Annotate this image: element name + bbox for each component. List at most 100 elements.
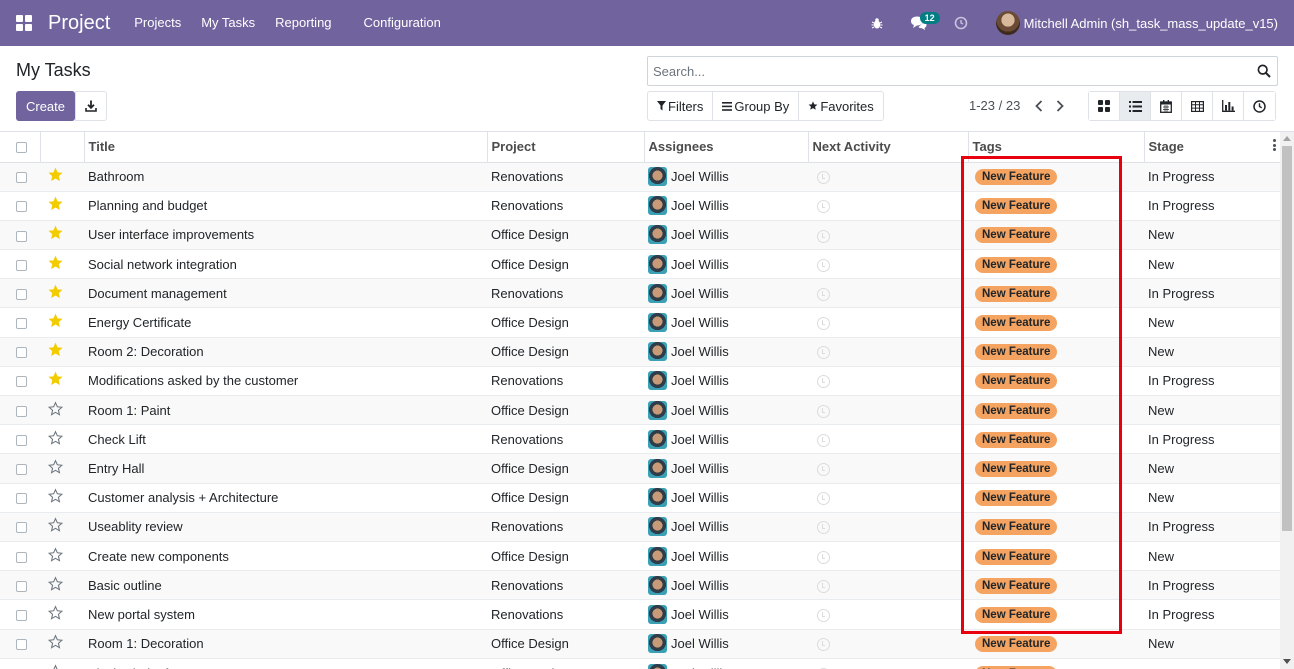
next-activity-cell[interactable] xyxy=(808,482,968,513)
next-activity-cell[interactable] xyxy=(808,628,968,659)
assignee-avatar[interactable] xyxy=(648,371,667,391)
next-activity-cell[interactable] xyxy=(808,453,968,484)
row-select-cell[interactable] xyxy=(0,307,40,338)
table-row[interactable]: Energy Certificate Office Design Joel Will… xyxy=(0,307,1280,338)
kanban-view-button[interactable] xyxy=(1089,92,1120,120)
row-select-cell[interactable] xyxy=(0,628,40,659)
activity-clock-icon[interactable] xyxy=(817,229,830,243)
select-all-header[interactable] xyxy=(0,132,41,163)
priority-cell[interactable] xyxy=(40,394,84,425)
row-select-cell[interactable] xyxy=(0,599,40,629)
assignee-avatar[interactable] xyxy=(648,225,667,245)
star-filled-icon[interactable] xyxy=(47,284,64,303)
priority-cell[interactable] xyxy=(40,657,84,669)
priority-cell[interactable] xyxy=(40,511,84,542)
next-activity-cell[interactable] xyxy=(808,365,968,396)
priority-cell[interactable] xyxy=(40,453,84,484)
pager-previous-button[interactable] xyxy=(1031,93,1047,119)
assignee-avatar[interactable] xyxy=(648,604,667,624)
activity-clock-icon[interactable] xyxy=(817,463,830,476)
menu-my-tasks[interactable]: My Tasks xyxy=(191,0,265,46)
table-row[interactable]: Entry Hall Office Design Joel Willis New Fe… xyxy=(0,453,1280,484)
graph-view-button[interactable] xyxy=(1213,92,1244,120)
priority-cell[interactable] xyxy=(40,336,84,367)
activity-view-button[interactable] xyxy=(1244,92,1275,120)
next-activity-cell[interactable] xyxy=(808,394,968,425)
row-select-cell[interactable] xyxy=(0,365,40,396)
priority-cell[interactable] xyxy=(40,161,84,192)
activity-clock-icon[interactable] xyxy=(817,638,830,652)
menu-reporting[interactable]: Reporting xyxy=(265,0,341,46)
activity-clock-icon[interactable] xyxy=(817,404,830,418)
star-outline-icon[interactable] xyxy=(47,517,64,536)
row-select-cell[interactable] xyxy=(0,540,40,571)
column-stage[interactable]: Stage xyxy=(1144,132,1280,163)
row-select-cell[interactable] xyxy=(0,219,40,250)
activity-clock-icon[interactable] xyxy=(817,346,830,360)
activity-clock-icon[interactable] xyxy=(817,433,830,447)
next-activity-cell[interactable] xyxy=(808,278,968,308)
table-row[interactable]: Basic outline Renovations Joel Willis New F… xyxy=(0,570,1280,600)
activity-clock-icon[interactable] xyxy=(817,492,830,506)
pager-value[interactable]: 1-23 / 23 xyxy=(969,98,1020,113)
optional-columns-kebab-icon[interactable] xyxy=(1272,139,1277,153)
row-checkbox[interactable] xyxy=(16,405,27,417)
star-outline-icon[interactable] xyxy=(47,576,64,595)
activity-clock-icon[interactable] xyxy=(940,0,982,46)
row-checkbox[interactable] xyxy=(16,609,27,621)
pager-next-button[interactable] xyxy=(1052,93,1068,119)
next-activity-cell[interactable] xyxy=(808,190,968,221)
star-outline-icon[interactable] xyxy=(47,488,64,507)
priority-cell[interactable] xyxy=(40,628,84,659)
menu-projects[interactable]: Projects xyxy=(124,0,191,46)
priority-cell[interactable] xyxy=(40,482,84,513)
messages-chat-icon[interactable]: 12 xyxy=(898,0,940,46)
star-outline-icon[interactable] xyxy=(47,634,64,653)
next-activity-cell[interactable] xyxy=(808,599,968,629)
priority-cell[interactable] xyxy=(40,424,84,454)
table-row[interactable]: Room 1: Decoration Office Design Joel Will… xyxy=(0,628,1280,659)
assignee-avatar[interactable] xyxy=(648,663,667,669)
search-icon[interactable] xyxy=(1257,64,1271,81)
row-checkbox[interactable] xyxy=(16,493,27,505)
activity-clock-icon[interactable] xyxy=(817,608,830,622)
next-activity-cell[interactable] xyxy=(808,570,968,600)
app-brand[interactable]: Project xyxy=(48,12,110,35)
table-row[interactable]: Useablity review Renovations Joel Willis Ne… xyxy=(0,511,1280,542)
activity-clock-icon[interactable] xyxy=(817,550,830,564)
next-activity-cell[interactable] xyxy=(808,307,968,338)
assignee-avatar[interactable] xyxy=(648,634,667,654)
table-row[interactable]: Room 1: Paint Office Design Joel Willis New… xyxy=(0,394,1280,425)
row-checkbox[interactable] xyxy=(16,551,27,563)
row-select-cell[interactable] xyxy=(0,394,40,425)
assignee-avatar[interactable] xyxy=(648,488,667,508)
star-outline-icon[interactable] xyxy=(47,400,64,420)
row-select-cell[interactable] xyxy=(0,657,40,669)
scrollbar-thumb[interactable] xyxy=(1282,146,1292,531)
row-checkbox[interactable] xyxy=(16,259,27,271)
debug-bug-icon[interactable] xyxy=(856,0,898,46)
column-tags[interactable]: Tags xyxy=(968,132,1145,163)
star-outline-icon[interactable] xyxy=(47,430,64,449)
activity-clock-icon[interactable] xyxy=(817,287,830,301)
assignee-avatar[interactable] xyxy=(648,546,667,566)
assignee-avatar[interactable] xyxy=(648,342,667,362)
row-checkbox[interactable] xyxy=(16,464,27,476)
row-checkbox[interactable] xyxy=(16,639,27,651)
star-outline-icon[interactable] xyxy=(47,663,64,669)
star-filled-icon[interactable] xyxy=(47,225,64,244)
table-row[interactable]: Create new components Office Design Joel W… xyxy=(0,540,1280,571)
export-download-button[interactable] xyxy=(75,91,107,121)
select-all-checkbox[interactable] xyxy=(16,142,27,154)
activity-clock-icon[interactable] xyxy=(817,521,830,535)
row-select-cell[interactable] xyxy=(0,482,40,513)
row-select-cell[interactable] xyxy=(0,161,40,192)
row-checkbox[interactable] xyxy=(16,522,27,534)
row-checkbox[interactable] xyxy=(16,172,27,184)
star-filled-icon[interactable] xyxy=(47,313,64,332)
row-checkbox[interactable] xyxy=(16,230,27,242)
row-checkbox[interactable] xyxy=(16,376,27,388)
assignee-avatar[interactable] xyxy=(648,196,667,216)
row-select-cell[interactable] xyxy=(0,190,40,221)
column-title[interactable]: Title xyxy=(84,132,488,163)
